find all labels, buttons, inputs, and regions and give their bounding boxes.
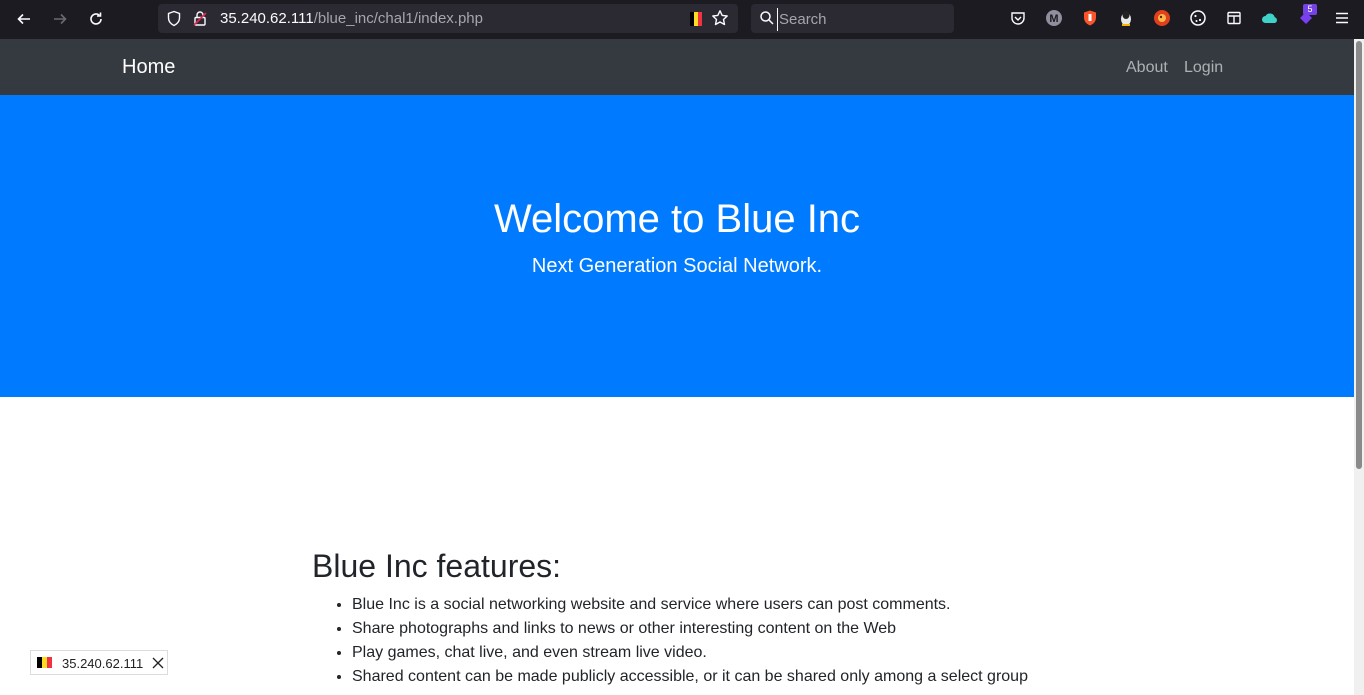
shield-icon[interactable] [166,10,182,32]
cookie-red-icon[interactable] [1152,8,1172,28]
back-icon[interactable] [11,6,37,32]
m-extension-icon[interactable]: M [1044,8,1064,28]
features-heading: Blue Inc features: [312,548,562,584]
search-input[interactable] [777,8,951,31]
address-bar[interactable]: 35.240.62.111/blue_inc/chal1/index.php [158,4,738,33]
belgium-flag-icon [37,657,52,668]
url-path: /blue_inc/chal1/index.php [313,10,483,27]
url-text[interactable]: 35.240.62.111/blue_inc/chal1/index.php [220,10,483,27]
bookmark-star-icon[interactable] [711,9,729,32]
nav-link-about[interactable]: About [1126,58,1168,77]
insecure-lock-icon[interactable] [192,10,208,32]
features-list: Blue Inc is a social networking website … [312,593,1112,689]
search-box[interactable] [751,4,954,33]
status-ip-text: 35.240.62.111 [62,656,144,671]
pocket-icon[interactable] [1008,8,1028,28]
list-item: Blue Inc is a social networking website … [352,593,1112,617]
list-item: Shared content can be made publicly acce… [352,665,1112,689]
hamburger-menu-icon[interactable] [1332,8,1352,28]
cloud-icon[interactable] [1260,8,1280,28]
hero-jumbotron: Welcome to Blue Inc Next Generation Soci… [0,95,1354,397]
hero-title: Welcome to Blue Inc [493,197,861,241]
nav-link-login[interactable]: Login [1184,58,1223,77]
close-icon[interactable] [151,656,165,673]
tux-extension-icon[interactable] [1116,8,1136,28]
search-icon [759,10,775,31]
extension-badge: 5 [1303,4,1317,15]
hero-subtitle: Next Generation Social Network. [531,255,823,277]
forward-icon[interactable] [47,6,73,32]
nav-brand-home[interactable]: Home [122,55,175,79]
reader-panel-icon[interactable] [1224,8,1244,28]
list-item: Play games, chat live, and even stream l… [352,641,1112,665]
svg-text:M: M [1049,13,1058,25]
reload-icon[interactable] [83,6,109,32]
brave-lion-icon[interactable] [1080,8,1100,28]
scrollbar-thumb[interactable] [1356,41,1362,469]
site-navbar: Home About Login [0,39,1354,95]
belgium-flag-icon[interactable] [690,12,702,26]
status-chip: 35.240.62.111 [30,650,168,675]
url-host: 35.240.62.111 [220,10,314,27]
page-scrollbar[interactable] [1354,39,1364,695]
cookie-icon[interactable] [1188,8,1208,28]
browser-toolbar: 35.240.62.111/blue_inc/chal1/index.php M… [0,0,1364,39]
list-item: Share photographs and links to news or o… [352,617,1112,641]
